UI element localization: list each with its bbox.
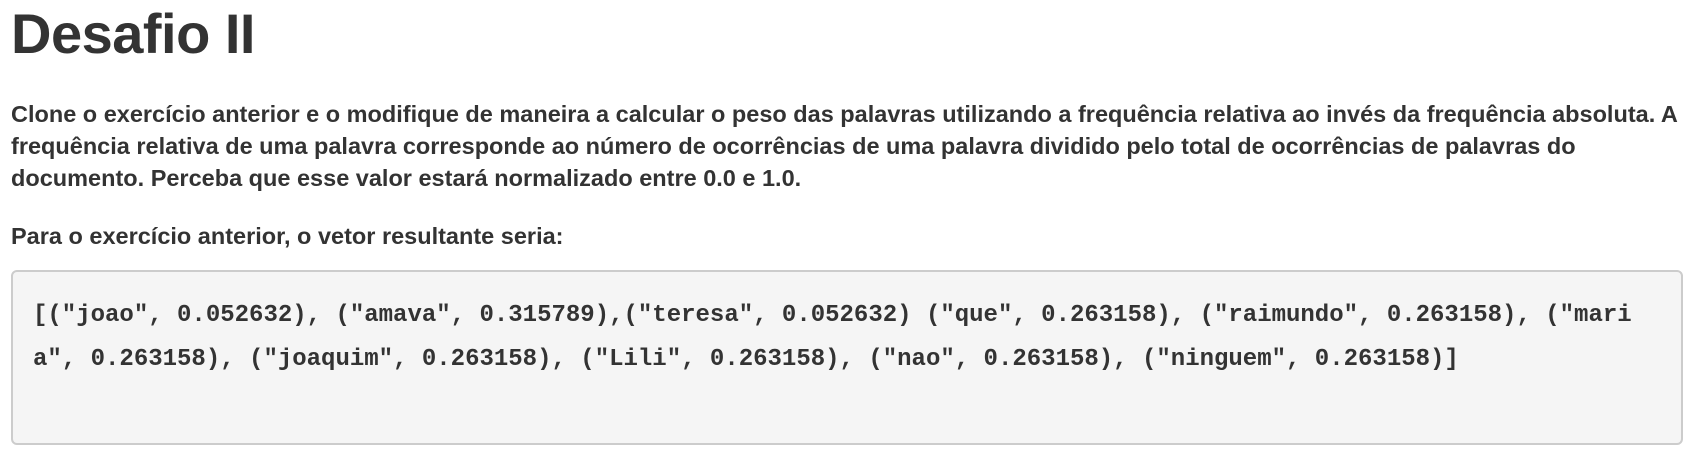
page-title: Desafio II [11,2,255,65]
intro-paragraph: Clone o exercício anterior e o modifique… [11,101,1677,191]
document-page: Desafio II Clone o exercício anterior e … [11,0,1683,445]
code-text: [("joao", 0.052632), ("amava", 0.315789)… [33,302,1632,373]
result-label-paragraph: Para o exercício anterior, o vetor resul… [11,223,564,249]
code-block: [("joao", 0.052632), ("amava", 0.315789)… [11,270,1683,445]
